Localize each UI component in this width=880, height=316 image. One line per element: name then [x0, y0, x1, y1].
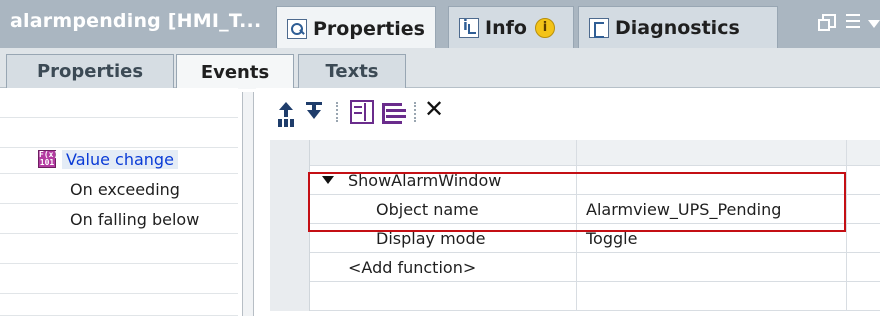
row-header [270, 140, 310, 166]
event-item-on-falling-below[interactable]: On falling below [0, 204, 238, 234]
restore-icon[interactable] [818, 14, 836, 31]
function-list-pane: ✕ ShowAlarmWindow Object name Alarmview_… [256, 88, 880, 316]
event-list: F(x) 101 Value change On exceeding On fal… [0, 88, 238, 316]
tab-diagnostics[interactable]: Diagnostics [578, 6, 778, 48]
function-grid: ShowAlarmWindow Object name Alarmview_UP… [270, 140, 880, 316]
expand-icon[interactable] [350, 100, 374, 124]
subtab-properties[interactable]: Properties [6, 54, 174, 88]
pane-splitter[interactable] [242, 92, 254, 316]
parameter-value[interactable]: Toggle [586, 229, 637, 248]
collapse-icon[interactable] [380, 100, 404, 124]
list-item-spacer [0, 264, 238, 294]
parameter-name: Object name [376, 200, 479, 219]
tab-info[interactable]: Info i [448, 6, 574, 48]
event-item-on-exceeding[interactable]: On exceeding [0, 174, 238, 204]
tab-diagnostics-label: Diagnostics [615, 16, 740, 39]
move-up-icon[interactable] [274, 100, 298, 124]
toolbar-separator [414, 102, 416, 122]
list-item-spacer [0, 294, 238, 316]
expand-caret-icon[interactable] [322, 176, 334, 184]
subtab-texts[interactable]: Texts [298, 54, 406, 88]
row-header [270, 166, 310, 195]
chevron-down-icon[interactable] [868, 20, 880, 28]
table-row[interactable]: <Add function> [270, 253, 880, 282]
event-item-label: Value change [62, 150, 178, 169]
function-name: ShowAlarmWindow [348, 171, 502, 190]
delete-icon[interactable]: ✕ [422, 97, 446, 122]
row-header [270, 253, 310, 282]
subtab-bar: Properties Events Texts [0, 48, 880, 89]
tab-properties-label: Properties [313, 17, 425, 40]
list-item-spacer [0, 234, 238, 264]
tab-properties[interactable]: Properties [276, 6, 436, 50]
table-row[interactable]: Display mode Toggle [270, 224, 880, 253]
title-bar: alarmpending [HMI_T... Properties Info i… [0, 0, 880, 50]
function-toolbar: ✕ [256, 88, 880, 136]
grid-header [270, 140, 880, 166]
parameter-name: Display mode [376, 229, 486, 248]
list-item-spacer [0, 88, 238, 118]
toolbar-separator [336, 102, 338, 122]
event-item-label: On exceeding [70, 180, 180, 199]
row-header [270, 224, 310, 253]
diagnostics-icon [589, 17, 609, 38]
table-row[interactable]: ShowAlarmWindow [270, 166, 880, 195]
properties-icon [287, 18, 307, 39]
tab-info-label: Info [485, 16, 527, 39]
table-row [270, 282, 880, 311]
row-header [270, 282, 310, 311]
add-function-cell[interactable]: <Add function> [348, 258, 476, 277]
row-header [270, 195, 310, 224]
table-row[interactable]: Object name Alarmview_UPS_Pending [270, 195, 880, 224]
event-icon: F(x) 101 [38, 150, 59, 168]
info-icon [459, 17, 479, 38]
info-badge-icon: i [534, 17, 555, 38]
move-down-icon[interactable] [302, 100, 326, 124]
subtab-events[interactable]: Events [176, 54, 294, 89]
list-view-icon[interactable] [846, 14, 860, 28]
event-item-label: On falling below [70, 210, 200, 229]
window-title: alarmpending [HMI_T... [10, 10, 262, 32]
parameter-value[interactable]: Alarmview_UPS_Pending [586, 200, 781, 219]
event-item-value-change[interactable]: F(x) 101 Value change [0, 144, 238, 174]
